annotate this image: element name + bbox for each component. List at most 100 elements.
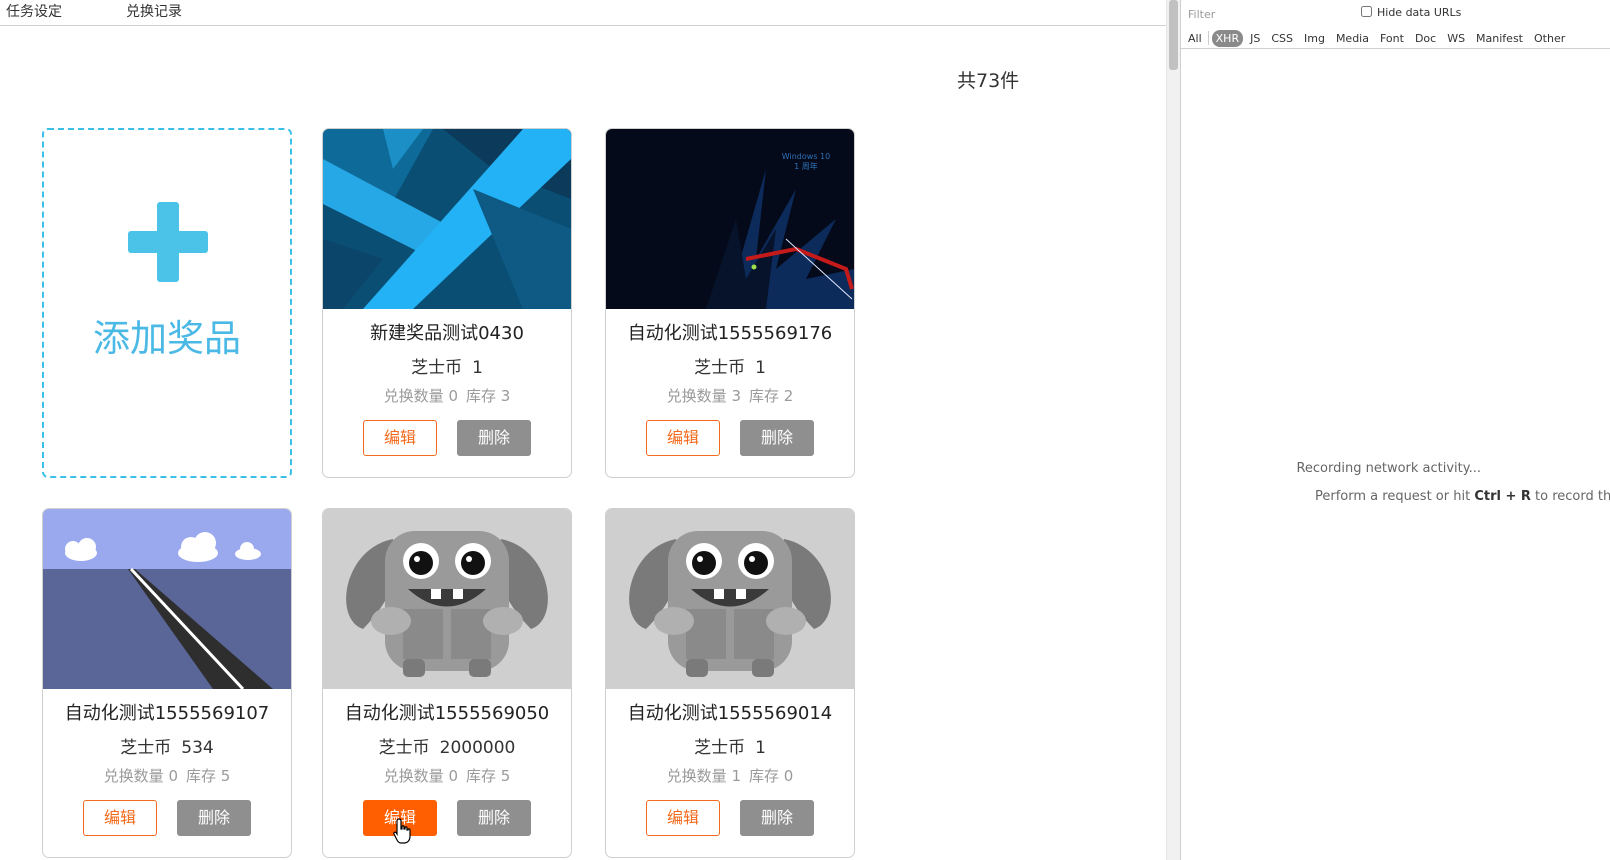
- tab-task-settings[interactable]: 任务设定: [6, 1, 62, 21]
- price-value: 2000000: [439, 738, 516, 758]
- total-count: 共73件: [957, 70, 1020, 92]
- exchanged-count: 0: [168, 767, 178, 785]
- plus-icon: [128, 202, 208, 282]
- prize-stats: 兑换数量 1 库存 0: [606, 765, 854, 786]
- stock-count: 5: [500, 767, 511, 785]
- exchanged-count: 0: [448, 387, 458, 405]
- prize-name: 自动化测试1555569176: [627, 323, 833, 344]
- type-filter-img[interactable]: Img: [1300, 30, 1329, 47]
- top-nav: 任务设定 兑换记录: [0, 0, 1166, 26]
- price-value: 1: [755, 358, 766, 378]
- filter-row: Hide data URLs: [1181, 0, 1610, 26]
- prize-stats: 兑换数量 0 库存 5: [323, 765, 571, 786]
- stock-label: 库存: [466, 767, 497, 785]
- filter-input[interactable]: [1188, 6, 1348, 22]
- type-filter-other[interactable]: Other: [1530, 30, 1569, 47]
- type-filter-doc[interactable]: Doc: [1411, 30, 1440, 47]
- type-filter-xhr[interactable]: XHR: [1211, 30, 1244, 47]
- currency-label: 芝士币: [694, 358, 746, 378]
- prize-name: 自动化测试1555569107: [64, 703, 270, 724]
- stock-count: 2: [783, 387, 794, 405]
- type-filter-ws[interactable]: WS: [1443, 30, 1469, 47]
- tab-exchange-records[interactable]: 兑换记录: [126, 1, 182, 21]
- prize-price: 芝士币 534: [43, 733, 291, 758]
- prize-price: 芝士币 1: [323, 353, 571, 378]
- currency-label: 芝士币: [378, 738, 430, 758]
- prize-name: 自动化测试1555569014: [627, 703, 833, 724]
- edit-button[interactable]: 编辑: [363, 800, 437, 836]
- delete-button[interactable]: 删除: [740, 420, 814, 456]
- edit-button[interactable]: 编辑: [363, 420, 437, 456]
- exchanged-label: 兑换数量: [666, 767, 727, 785]
- type-filter-all[interactable]: All: [1184, 30, 1206, 47]
- delete-button[interactable]: 删除: [740, 800, 814, 836]
- prize-stats: 兑换数量 3 库存 2: [606, 385, 854, 406]
- exchanged-label: 兑换数量: [103, 767, 164, 785]
- price-value: 1: [755, 738, 766, 758]
- hide-data-urls-toggle[interactable]: Hide data URLs: [1361, 6, 1461, 19]
- price-value: 534: [181, 738, 214, 758]
- prize-stats: 兑换数量 0 库存 5: [43, 765, 291, 786]
- devtools-network-panel: Hide data URLs All XHRJSCSSImgMediaFontDo…: [1180, 0, 1610, 860]
- type-filter-font[interactable]: Font: [1376, 30, 1408, 47]
- exchanged-count: 3: [731, 387, 741, 405]
- stock-label: 库存: [466, 387, 497, 405]
- prize-name: 新建奖品测试0430: [370, 323, 524, 344]
- windows-line2: 1 周年: [794, 161, 818, 171]
- recording-hint: Perform a request or hit Ctrl + R to rec…: [1315, 489, 1610, 504]
- type-filter-media[interactable]: Media: [1332, 30, 1373, 47]
- prize-card: 自动化测试1555569107 芝士币 534 兑换数量 0 库存 5 编辑 删除: [42, 508, 292, 858]
- stock-count: 0: [783, 767, 794, 785]
- prize-price: 芝士币 1: [606, 353, 854, 378]
- prize-image-road-landscape: [43, 509, 291, 689]
- page-scrollbar[interactable]: [1166, 0, 1180, 860]
- prize-card: 自动化测试1555569050 芝士币 2000000 兑换数量 0 库存 5 编辑…: [322, 508, 572, 858]
- windows-line1: Windows 10: [782, 152, 830, 161]
- prize-stats: 兑换数量 0 库存 3: [323, 385, 571, 406]
- stock-label: 库存: [749, 387, 780, 405]
- stock-count: 3: [500, 387, 511, 405]
- prize-price: 芝士币 1: [606, 733, 854, 758]
- prize-card: Windows 10 1 周年 自动化测试1555569176 芝士币 1 兑换数…: [605, 128, 855, 478]
- type-filter-manifest[interactable]: Manifest: [1472, 30, 1527, 47]
- prize-image-windows-cat: Windows 10 1 周年: [606, 129, 854, 309]
- edit-button[interactable]: 编辑: [646, 420, 720, 456]
- edit-button[interactable]: 编辑: [646, 800, 720, 836]
- stock-label: 库存: [749, 767, 780, 785]
- prize-name: 自动化测试1555569050: [344, 703, 550, 724]
- stock-count: 5: [220, 767, 231, 785]
- divider: [1207, 31, 1209, 45]
- currency-label: 芝士币: [120, 738, 172, 758]
- price-value: 1: [472, 358, 483, 378]
- scrollbar-thumb[interactable]: [1169, 0, 1178, 70]
- recording-status: Recording network activity...: [1296, 461, 1481, 476]
- hide-data-urls-checkbox[interactable]: [1361, 6, 1372, 17]
- delete-button[interactable]: 删除: [457, 800, 531, 836]
- delete-button[interactable]: 删除: [177, 800, 251, 836]
- exchanged-label: 兑换数量: [383, 767, 444, 785]
- currency-label: 芝士币: [411, 358, 463, 378]
- delete-button[interactable]: 删除: [457, 420, 531, 456]
- prize-image-gray-monster: [606, 509, 854, 689]
- edit-button[interactable]: 编辑: [83, 800, 157, 836]
- prize-card: 新建奖品测试0430 芝士币 1 兑换数量 0 库存 3 编辑 删除: [322, 128, 572, 478]
- hint-prefix: Perform a request or hit: [1315, 489, 1475, 504]
- exchanged-count: 1: [731, 767, 741, 785]
- add-prize-card[interactable]: 添加奖品: [42, 128, 292, 478]
- exchanged-label: 兑换数量: [383, 387, 444, 405]
- add-prize-label: 添加奖品: [93, 317, 241, 360]
- prize-image-gray-monster: [323, 509, 571, 689]
- type-filter-css[interactable]: CSS: [1267, 30, 1297, 47]
- currency-label: 芝士币: [694, 738, 746, 758]
- hint-suffix: to record the re: [1535, 489, 1610, 504]
- exchanged-count: 0: [448, 767, 458, 785]
- prize-image-blue-geometric: [323, 129, 571, 309]
- type-filter-js[interactable]: JS: [1246, 30, 1264, 47]
- hide-data-urls-label: Hide data URLs: [1377, 6, 1462, 19]
- exchanged-label: 兑换数量: [666, 387, 727, 405]
- prize-price: 芝士币 2000000: [323, 733, 571, 758]
- hint-shortcut: Ctrl + R: [1474, 489, 1531, 504]
- resource-type-filters: All XHR JS CSS Img Media Font Doc WS Manifest Othe…: [1181, 27, 1610, 49]
- stock-label: 库存: [186, 767, 217, 785]
- prize-card: 自动化测试1555569014 芝士币 1 兑换数量 1 库存 0 编辑 删除: [605, 508, 855, 858]
